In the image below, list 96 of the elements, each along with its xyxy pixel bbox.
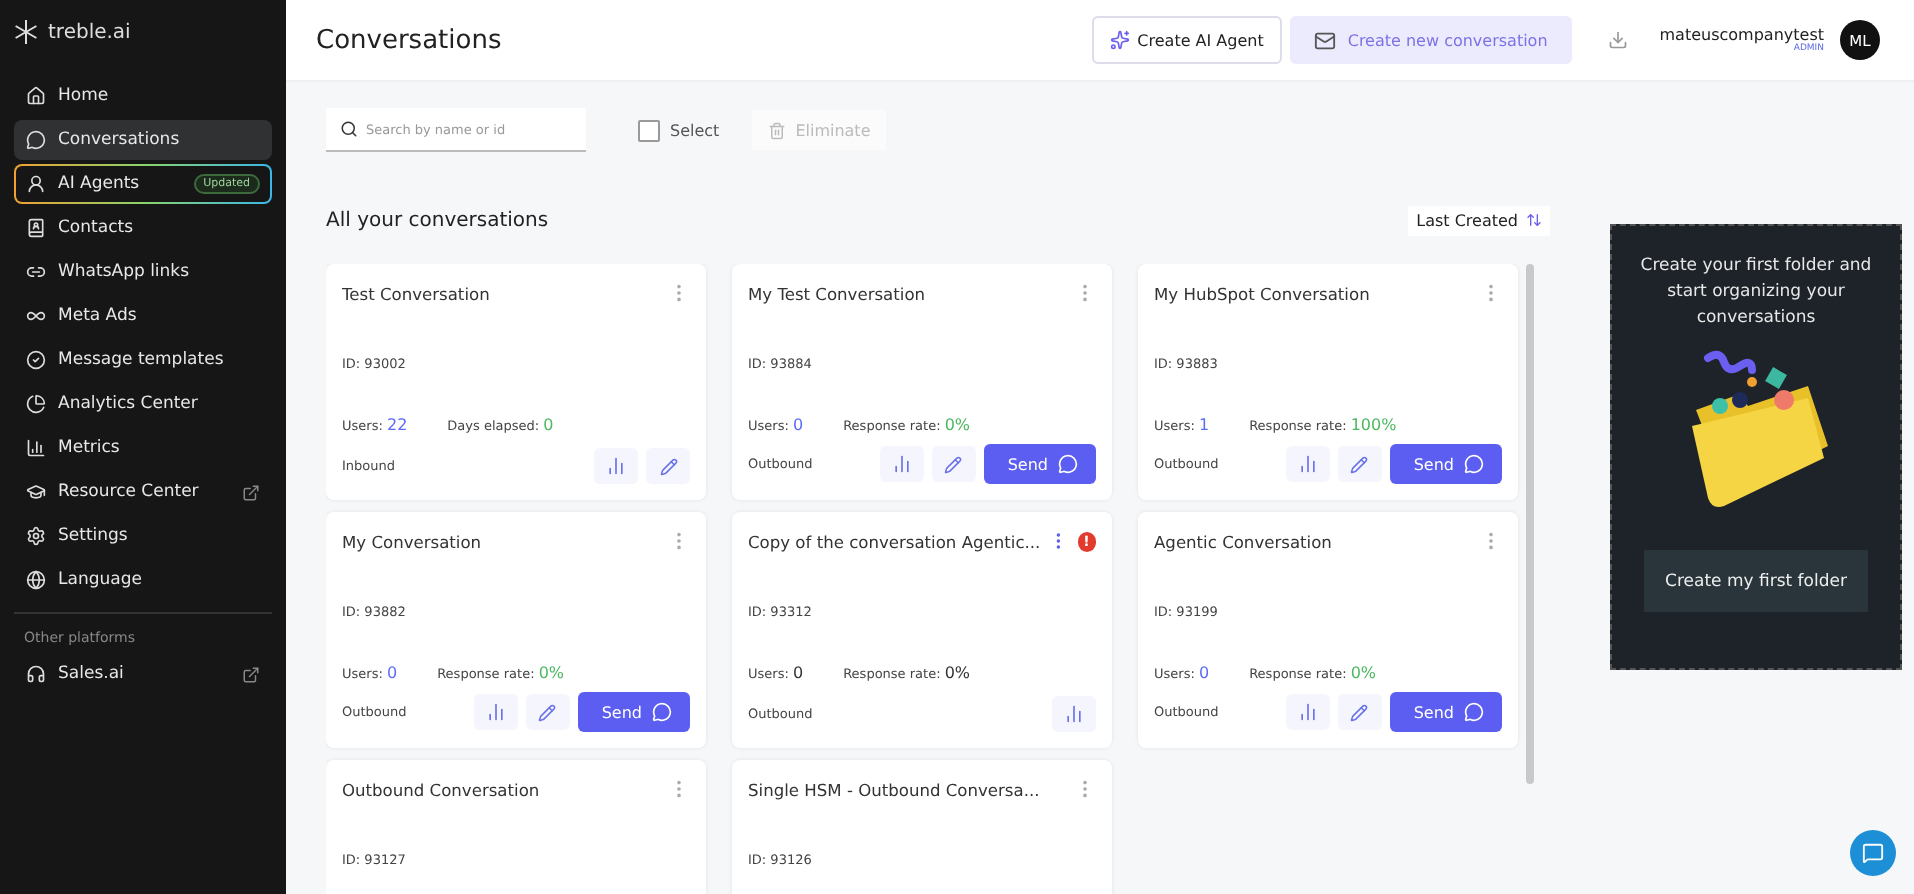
sidebar-item[interactable]: WhatsApp links xyxy=(14,252,272,292)
page-title: Conversations xyxy=(316,25,504,55)
edit-button[interactable] xyxy=(646,448,690,484)
edit-button[interactable] xyxy=(525,694,570,730)
sidebar-item[interactable]: Contacts xyxy=(14,208,272,248)
edit-button[interactable] xyxy=(931,446,976,482)
envelope-icon xyxy=(1313,29,1336,51)
chat-icon xyxy=(1464,454,1484,474)
conversation-title: Agentic Conversation xyxy=(1154,531,1334,551)
sidebar-item-label: Resource Center xyxy=(58,482,201,502)
chat-icon xyxy=(1058,454,1078,474)
brand-name: treble.ai xyxy=(48,21,131,43)
conversation-title: My Test Conversation xyxy=(748,283,928,303)
graduation-cap-icon xyxy=(26,482,46,502)
scrollbar[interactable] xyxy=(1526,264,1534,784)
search-icon xyxy=(340,120,358,138)
pencil-icon xyxy=(538,703,557,721)
settings-icon xyxy=(26,526,46,546)
pencil-icon xyxy=(1350,703,1369,721)
sidebar-item[interactable]: Meta Ads xyxy=(14,296,272,336)
conversation-title: Outbound Conversation xyxy=(342,779,542,799)
pencil-icon xyxy=(1350,455,1369,473)
sidebar-item-label: Home xyxy=(58,86,111,106)
sidebar-item[interactable]: Metrics xyxy=(14,428,272,468)
sidebar-item-label: Message templates xyxy=(58,350,226,370)
conversation-title: My Conversation xyxy=(342,531,484,551)
chat-icon xyxy=(1862,842,1884,864)
select-button[interactable]: Select xyxy=(626,117,732,143)
sidebar-item-label: Meta Ads xyxy=(58,306,139,326)
conversation-title: Single HSM - Outbound Conversa... xyxy=(748,779,1042,799)
list-heading: All your conversations xyxy=(326,209,549,231)
check-circle-icon xyxy=(26,350,46,370)
stats-button[interactable] xyxy=(473,694,518,730)
edit-button[interactable] xyxy=(1337,694,1382,730)
create-folder-button[interactable]: Create my first folder xyxy=(1644,550,1868,612)
sidebar-item-label: Metrics xyxy=(58,438,122,458)
sort-icon xyxy=(1526,212,1542,228)
bar-chart-icon xyxy=(1064,704,1084,724)
sidebar-item-label: Contacts xyxy=(58,218,135,238)
conversation-title: My HubSpot Conversation xyxy=(1154,283,1372,303)
bar-chart-icon xyxy=(606,456,626,476)
sidebar-item-label: Settings xyxy=(58,526,130,546)
stats-button[interactable] xyxy=(594,448,638,484)
chat-icon xyxy=(652,702,672,722)
sidebar-item[interactable]: Sales.ai xyxy=(14,654,272,694)
sidebar-item-label: WhatsApp links xyxy=(58,262,192,282)
sidebar-item-label: Conversations xyxy=(58,130,182,150)
stats-button[interactable] xyxy=(1285,446,1330,482)
sidebar-item[interactable]: Home xyxy=(14,76,272,116)
conversation-title: Test Conversation xyxy=(342,283,492,303)
folder-prompt: Create your first folder and start organizing your conversations xyxy=(1638,254,1874,331)
snowflake-logo-icon xyxy=(14,20,38,44)
sidebar-item[interactable]: Conversations xyxy=(14,120,272,160)
bar-chart-icon xyxy=(485,702,506,722)
trash-icon xyxy=(767,121,786,139)
sidebar-item-label: Analytics Center xyxy=(58,394,200,414)
chat-button[interactable] xyxy=(1850,830,1896,876)
send-button[interactable]: Send xyxy=(1389,692,1502,732)
bar-chart-icon xyxy=(1297,454,1318,474)
send-button[interactable]: Send xyxy=(1389,444,1502,484)
create-agent-button[interactable]: Create AI Agent xyxy=(1091,16,1282,64)
home-icon xyxy=(26,86,46,106)
contacts-icon xyxy=(26,218,46,238)
pencil-icon xyxy=(659,457,677,475)
link-icon xyxy=(26,262,46,282)
headset-icon xyxy=(26,664,46,684)
sidebar-item-label: AI Agents xyxy=(58,174,142,194)
send-button[interactable]: Send xyxy=(577,692,690,732)
sidebar-item[interactable]: Resource Center xyxy=(14,472,272,512)
stats-button[interactable] xyxy=(879,446,924,482)
sidebar-item[interactable]: Language xyxy=(14,560,272,600)
conversation-title: Copy of the conversation Agentic... xyxy=(748,531,1041,551)
select-checkbox[interactable] xyxy=(638,119,660,141)
globe-icon xyxy=(26,570,46,590)
download-icon xyxy=(1607,30,1628,50)
sidebar-item[interactable]: Analytics Center xyxy=(14,384,272,424)
sparkle-icon xyxy=(1109,30,1130,50)
user-name: mateuscompanytest xyxy=(1659,26,1824,44)
sidebar-item-label: Language xyxy=(58,570,144,590)
edit-button[interactable] xyxy=(1337,446,1382,482)
bar-chart-icon xyxy=(26,438,46,458)
stats-button[interactable] xyxy=(1285,694,1330,730)
person-icon xyxy=(26,174,46,194)
sidebar-item-label: Sales.ai xyxy=(58,664,126,684)
bar-chart-icon xyxy=(1297,702,1318,722)
chat-icon xyxy=(26,130,46,150)
send-button[interactable]: Send xyxy=(983,444,1096,484)
pie-chart-icon xyxy=(26,394,46,414)
sidebar-item[interactable]: Settings xyxy=(14,516,272,556)
infinity-icon xyxy=(26,306,46,326)
stats-button[interactable] xyxy=(1052,696,1096,732)
chat-icon xyxy=(1464,702,1484,722)
bar-chart-icon xyxy=(891,454,912,474)
sidebar-item[interactable]: Message templates xyxy=(14,340,272,380)
pencil-icon xyxy=(944,455,963,473)
sort-button[interactable]: Last Created xyxy=(1408,205,1550,235)
